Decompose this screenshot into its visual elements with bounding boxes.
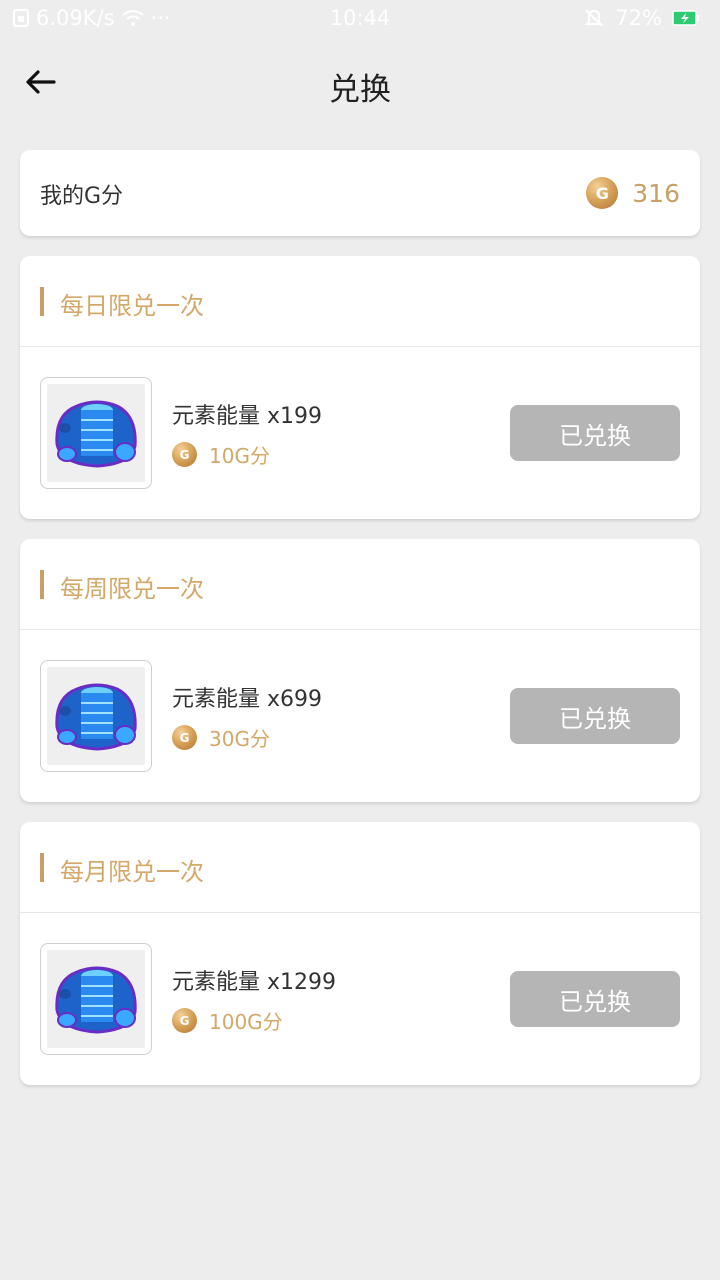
- battery-percent: 72%: [615, 6, 662, 30]
- item-image-bg: [47, 950, 145, 1048]
- price-text: 100G分: [209, 1010, 283, 1034]
- page-title: 兑换: [329, 72, 391, 108]
- section-accent-bar: [40, 287, 44, 316]
- section-header: 每月限兑一次: [20, 822, 700, 913]
- energy-crystal-icon: [55, 966, 137, 1034]
- app-header: 兑换: [0, 38, 720, 128]
- section-title: 每周限兑一次: [60, 575, 204, 603]
- redeemed-button[interactable]: 已兑换: [510, 405, 680, 461]
- energy-crystal-icon: [55, 683, 137, 751]
- redeemed-button[interactable]: 已兑换: [510, 688, 680, 744]
- points-card: 我的G分 G 316: [20, 150, 700, 236]
- item-thumbnail: [40, 943, 152, 1055]
- section-card-monthly: 每月限兑一次 元素能量 x1299 G 100G分 已兑换: [20, 822, 700, 1085]
- points-balance: G 316: [586, 177, 680, 209]
- status-right: 72%: [583, 6, 700, 30]
- item-price: G 30G分: [172, 723, 270, 752]
- g-coin-icon: G: [172, 725, 197, 750]
- redeemed-button[interactable]: 已兑换: [510, 971, 680, 1027]
- points-label: 我的G分: [40, 184, 124, 209]
- status-bar: 6.09K/s ··· 10:44 72%: [0, 0, 720, 38]
- section-card-daily: 每日限兑一次 元素能量 x199 G 10G分 已兑换: [20, 256, 700, 519]
- price-text: 10G分: [209, 444, 270, 468]
- section-title: 每日限兑一次: [60, 292, 204, 320]
- item-price: G 10G分: [172, 440, 270, 469]
- g-coin-icon: G: [586, 177, 619, 209]
- energy-crystal-icon: [55, 400, 137, 468]
- item-name: 元素能量 x699: [172, 687, 323, 712]
- section-header: 每周限兑一次: [20, 539, 700, 630]
- item-price: G 100G分: [172, 1006, 283, 1035]
- section-title: 每月限兑一次: [60, 858, 204, 886]
- g-coin-icon: G: [172, 442, 197, 467]
- section-accent-bar: [40, 570, 44, 599]
- item-image-bg: [47, 384, 145, 482]
- item-name: 元素能量 x199: [172, 404, 323, 429]
- item-thumbnail: [40, 377, 152, 489]
- item-name: 元素能量 x1299: [172, 970, 337, 995]
- section-header: 每日限兑一次: [20, 256, 700, 347]
- battery-charging-icon: [672, 10, 700, 26]
- g-coin-icon: G: [172, 1008, 197, 1033]
- price-text: 30G分: [209, 727, 270, 751]
- points-value: 316: [632, 178, 680, 208]
- item-image-bg: [47, 667, 145, 765]
- item-thumbnail: [40, 660, 152, 772]
- mute-icon: [583, 7, 605, 29]
- section-accent-bar: [40, 853, 44, 882]
- section-card-weekly: 每周限兑一次 元素能量 x699 G 30G分 已兑换: [20, 539, 700, 802]
